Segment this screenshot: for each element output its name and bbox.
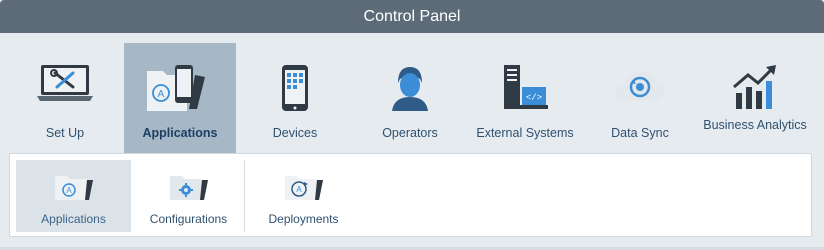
page-title: Control Panel <box>363 7 461 25</box>
nav-item-data-sync[interactable]: Data Sync <box>584 43 696 153</box>
svg-text:A: A <box>296 185 302 194</box>
nav-item-label: Business Analytics <box>703 118 807 132</box>
data-sync-cloud-icon <box>612 63 668 114</box>
nav-item-label: Set Up <box>45 126 85 140</box>
nav-item-label: Data Sync <box>611 126 669 140</box>
nav-item-label: Operators <box>382 126 438 140</box>
subnav-item-label: Applications <box>41 212 106 226</box>
subnav-divider <box>244 160 245 232</box>
configurations-folder-icon <box>168 172 210 207</box>
subnav-item-deployments[interactable]: A Deployments <box>246 160 361 232</box>
nav-item-operators[interactable]: Operators <box>354 43 466 153</box>
nav-item-business-analytics[interactable]: Business Analytics <box>699 43 811 153</box>
deployments-folder-icon: A <box>283 172 325 207</box>
applications-folder-icon: A <box>53 172 95 207</box>
external-systems-icon: </> <box>500 63 550 118</box>
svg-text:</>: </> <box>526 93 542 103</box>
operator-user-icon <box>390 63 430 118</box>
mobile-device-icon <box>280 63 310 118</box>
main-nav: Set Up A Applications Devices Operators … <box>0 33 824 153</box>
nav-item-setup[interactable]: Set Up <box>9 43 121 153</box>
subnav-item-applications[interactable]: A Applications <box>16 160 131 232</box>
analytics-chart-icon <box>730 63 780 116</box>
nav-item-label: Applications <box>142 126 218 140</box>
title-bar: Control Panel <box>0 0 824 33</box>
svg-text:A: A <box>66 186 72 195</box>
subnav-item-configurations[interactable]: Configurations <box>131 160 246 232</box>
subnav-item-label: Configurations <box>149 212 228 226</box>
nav-item-applications[interactable]: A Applications <box>124 43 236 153</box>
sub-nav-panel: A Applications Configurations A Deployme… <box>9 153 812 237</box>
nav-item-external-systems[interactable]: </> External Systems <box>469 43 581 153</box>
laptop-tools-icon <box>35 63 95 108</box>
subnav-item-label: Deployments <box>268 212 339 226</box>
applications-folder-icon: A <box>145 63 215 118</box>
nav-item-devices[interactable]: Devices <box>239 43 351 153</box>
nav-item-label: External Systems <box>476 126 574 140</box>
nav-item-label: Devices <box>272 126 318 140</box>
svg-text:A: A <box>158 89 165 100</box>
